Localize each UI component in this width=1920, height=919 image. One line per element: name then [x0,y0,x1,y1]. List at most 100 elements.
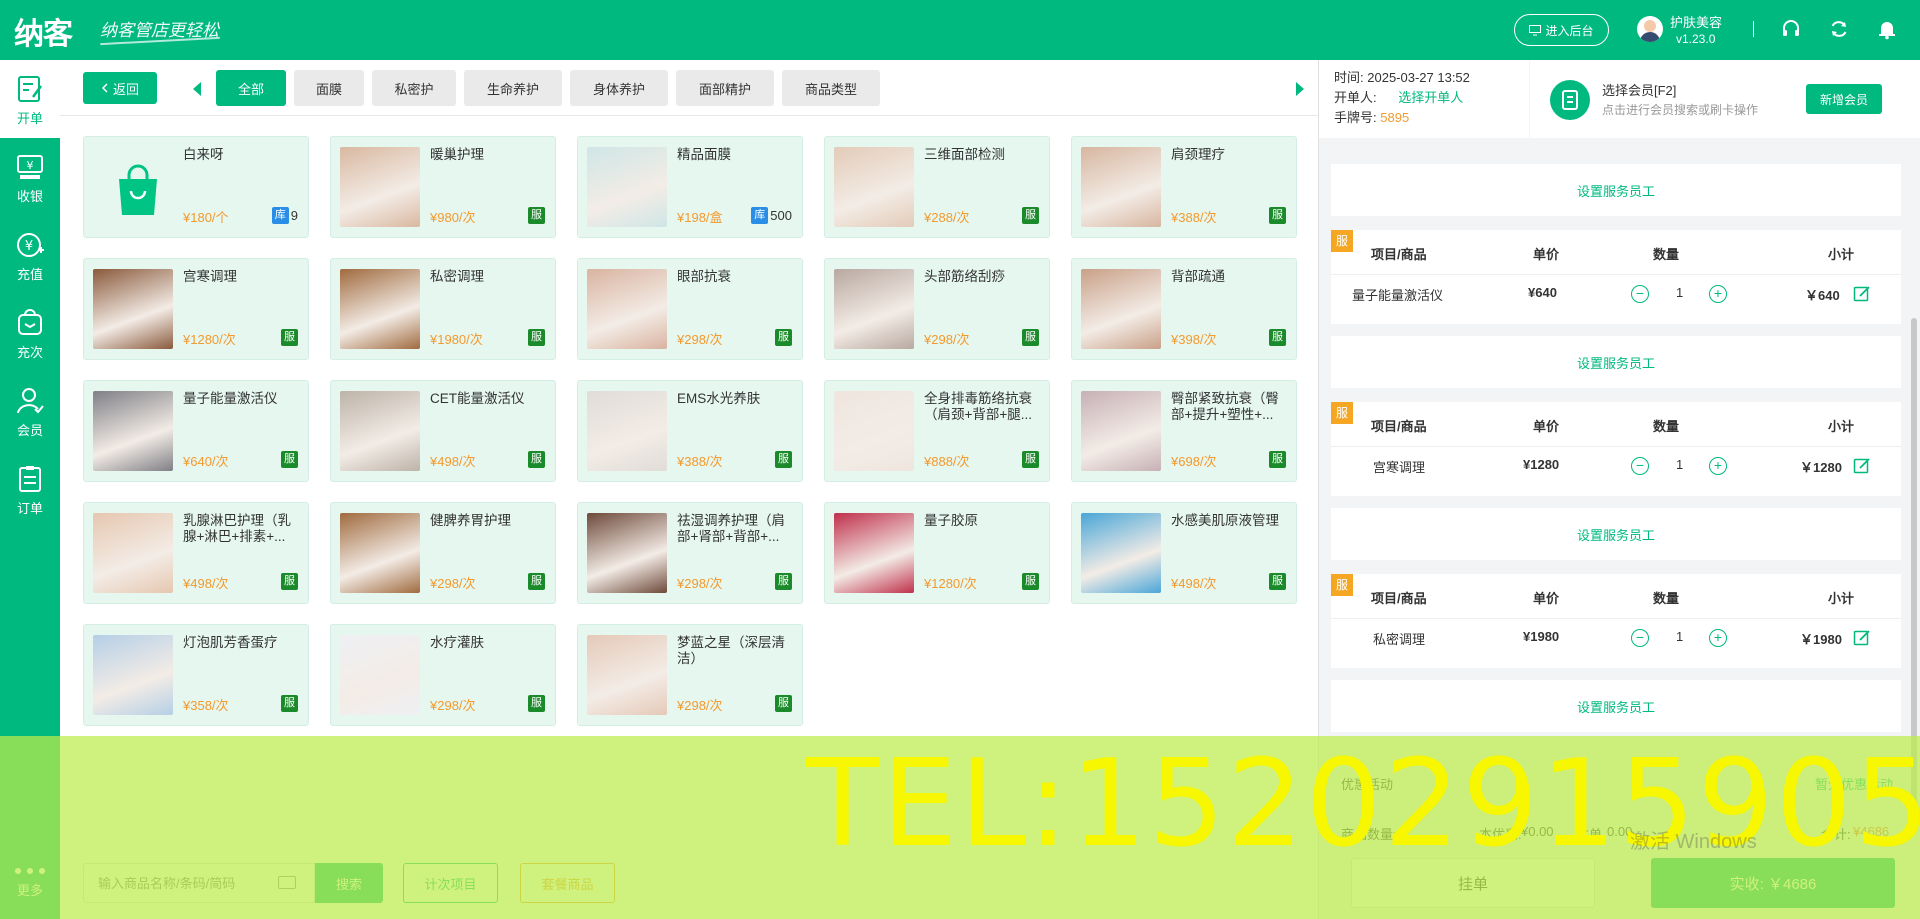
product-card[interactable]: 水疗灌肤 ¥298/次 服 [330,624,556,726]
product-card[interactable]: 水感美肌原液管理 ¥498/次 服 [1071,502,1297,604]
tab-private-care[interactable]: 私密护 [372,70,456,106]
sidebar-item-orders[interactable]: 订单 [0,450,60,528]
tag-number[interactable]: 5895 [1380,110,1409,125]
sidebar-item-label: 会员 [16,423,43,438]
edit-icon[interactable] [1853,629,1871,647]
header-subtotal: 小计 [1828,247,1855,262]
product-card[interactable]: 灯泡肌芳香蛋疗 ¥358/次 服 [83,624,309,726]
product-card[interactable]: 肩颈理疗 ¥388/次 服 [1071,136,1297,238]
avatar[interactable] [1637,16,1663,42]
package-product-button[interactable]: 套餐商品 [520,863,615,903]
product-card[interactable]: 头部筋络刮痧 ¥298/次 服 [824,258,1050,360]
product-thumbnail [834,269,914,349]
product-card[interactable]: 私密调理 ¥1980/次 服 [330,258,556,360]
product-price: ¥388/次 [1171,210,1217,225]
product-card[interactable]: 健脾养胃护理 ¥298/次 服 [330,502,556,604]
headset-icon[interactable] [1780,18,1802,40]
tab-all[interactable]: 全部 [216,70,286,106]
qty-minus-button[interactable]: − [1631,629,1649,647]
sidebar-item-member[interactable]: 会员 [0,372,60,450]
tab-product-type[interactable]: 商品类型 [782,70,880,106]
line-qty[interactable]: 1 [1676,285,1683,300]
product-thumbnail [587,391,667,471]
product-card[interactable]: 量子能量激活仪 ¥640/次 服 [83,380,309,482]
tab-mask[interactable]: 面膜 [294,70,364,106]
product-name: 背部疏通 [1171,269,1225,284]
tabs-scroll-right-icon[interactable] [1296,82,1304,96]
line-subtotal: ￥1980 [1800,632,1842,647]
product-price: ¥298/次 [677,576,723,591]
opener-label: 开单人: [1334,90,1377,105]
product-card[interactable]: 量子胶原 ¥1280/次 服 [824,502,1050,604]
sidebar-item-recharge-times[interactable]: 充次 [0,294,60,372]
product-thumbnail [587,147,667,227]
product-card[interactable]: 暖巢护理 ¥980/次 服 [330,136,556,238]
product-card[interactable]: 眼部抗衰 ¥298/次 服 [577,258,803,360]
qty-plus-button[interactable]: + [1709,629,1727,647]
refresh-sync-icon[interactable] [1828,18,1850,40]
sidebar-item-cashier[interactable]: ¥ 收银 [0,138,60,216]
product-card[interactable]: 臀部紧致抗衰（臀部+提升+塑性+... ¥698/次 服 [1071,380,1297,482]
new-member-button[interactable]: 新增会员 [1806,84,1882,114]
product-thumbnail [834,513,914,593]
product-name: 水疗灌肤 [430,635,484,650]
keyboard-icon[interactable] [278,876,296,889]
header-unit-price: 单价 [1533,247,1560,262]
qty-minus-button[interactable]: − [1631,285,1649,303]
product-price: ¥298/次 [677,332,723,347]
set-staff-button[interactable]: 设置服务员工 [1331,336,1901,388]
header-item: 项目/商品 [1371,419,1427,434]
tabs-scroll-left-icon[interactable] [193,82,201,96]
set-staff-button[interactable]: 设置服务员工 [1331,508,1901,560]
member-card-icon [1550,80,1590,120]
product-card[interactable]: 宫寒调理 ¥1280/次 服 [83,258,309,360]
product-card[interactable]: 三维面部检测 ¥288/次 服 [824,136,1050,238]
store-name[interactable]: 护肤美容 [1670,12,1722,31]
product-card[interactable]: 全身排毒筋络抗衰（肩颈+背部+腿... ¥888/次 服 [824,380,1050,482]
product-card[interactable]: 精品面膜 ¥198/盒 库 500 [577,136,803,238]
product-card[interactable]: 梦蓝之星（深层清洁） ¥298/次 服 [577,624,803,726]
product-price: ¥198/盒 [677,210,723,225]
qty-plus-button[interactable]: + [1709,285,1727,303]
left-sidebar: 开单 ¥ 收银 ¥ 充值 充次 会员 订单 [0,60,60,919]
enter-backend-button[interactable]: 进入后台 [1514,14,1609,46]
product-card[interactable]: CET能量激活仪 ¥498/次 服 [330,380,556,482]
search-button[interactable]: 搜索 [315,863,383,903]
product-thumbnail [93,269,173,349]
product-card[interactable]: EMS水光养肤 ¥388/次 服 [577,380,803,482]
product-price: ¥1980/次 [430,332,483,347]
product-card[interactable]: 乳腺淋巴护理（乳腺+淋巴+排素+... ¥498/次 服 [83,502,309,604]
count-item-button[interactable]: 计次项目 [403,863,498,903]
qty-minus-button[interactable]: − [1631,457,1649,475]
product-name: 头部筋络刮痧 [924,269,1005,284]
product-price: ¥298/次 [677,698,723,713]
service-tag: 服 [281,329,298,346]
bell-icon[interactable] [1876,18,1898,40]
select-opener-link[interactable]: 选择开单人 [1398,90,1463,105]
product-card[interactable]: 白来呀 ¥180/个 库 9 [83,136,309,238]
product-thumbnail [1081,147,1161,227]
product-price: ¥498/次 [183,576,229,591]
order-time: 2025-03-27 13:52 [1367,70,1470,85]
line-qty[interactable]: 1 [1676,457,1683,472]
sidebar-item-recharge[interactable]: ¥ 充值 [0,216,60,294]
edit-icon[interactable] [1853,285,1871,303]
back-button[interactable]: 返回 [83,72,157,104]
sidebar-item-open-order[interactable]: 开单 [0,60,60,138]
product-thumbnail [93,635,173,715]
product-price: ¥298/次 [430,698,476,713]
member-select-box[interactable]: 选择会员[F2] 点击进行会员搜索或刷卡操作 新增会员 [1530,60,1920,138]
set-staff-button[interactable]: 设置服务员工 [1331,680,1901,732]
edit-icon[interactable] [1853,457,1871,475]
tab-face-care[interactable]: 面部精护 [676,70,774,106]
product-card[interactable]: 祛湿调养护理（肩部+肾部+背部+... ¥298/次 服 [577,502,803,604]
tab-life-care[interactable]: 生命养护 [464,70,562,106]
header-divider [1753,21,1754,37]
line-qty[interactable]: 1 [1676,629,1683,644]
qty-plus-button[interactable]: + [1709,457,1727,475]
shopping-bag-icon [119,164,157,215]
set-staff-button[interactable]: 设置服务员工 [1331,164,1901,216]
product-card[interactable]: 背部疏通 ¥398/次 服 [1071,258,1297,360]
sidebar-item-more[interactable]: 更多 [0,846,60,919]
tab-body-care[interactable]: 身体养护 [570,70,668,106]
